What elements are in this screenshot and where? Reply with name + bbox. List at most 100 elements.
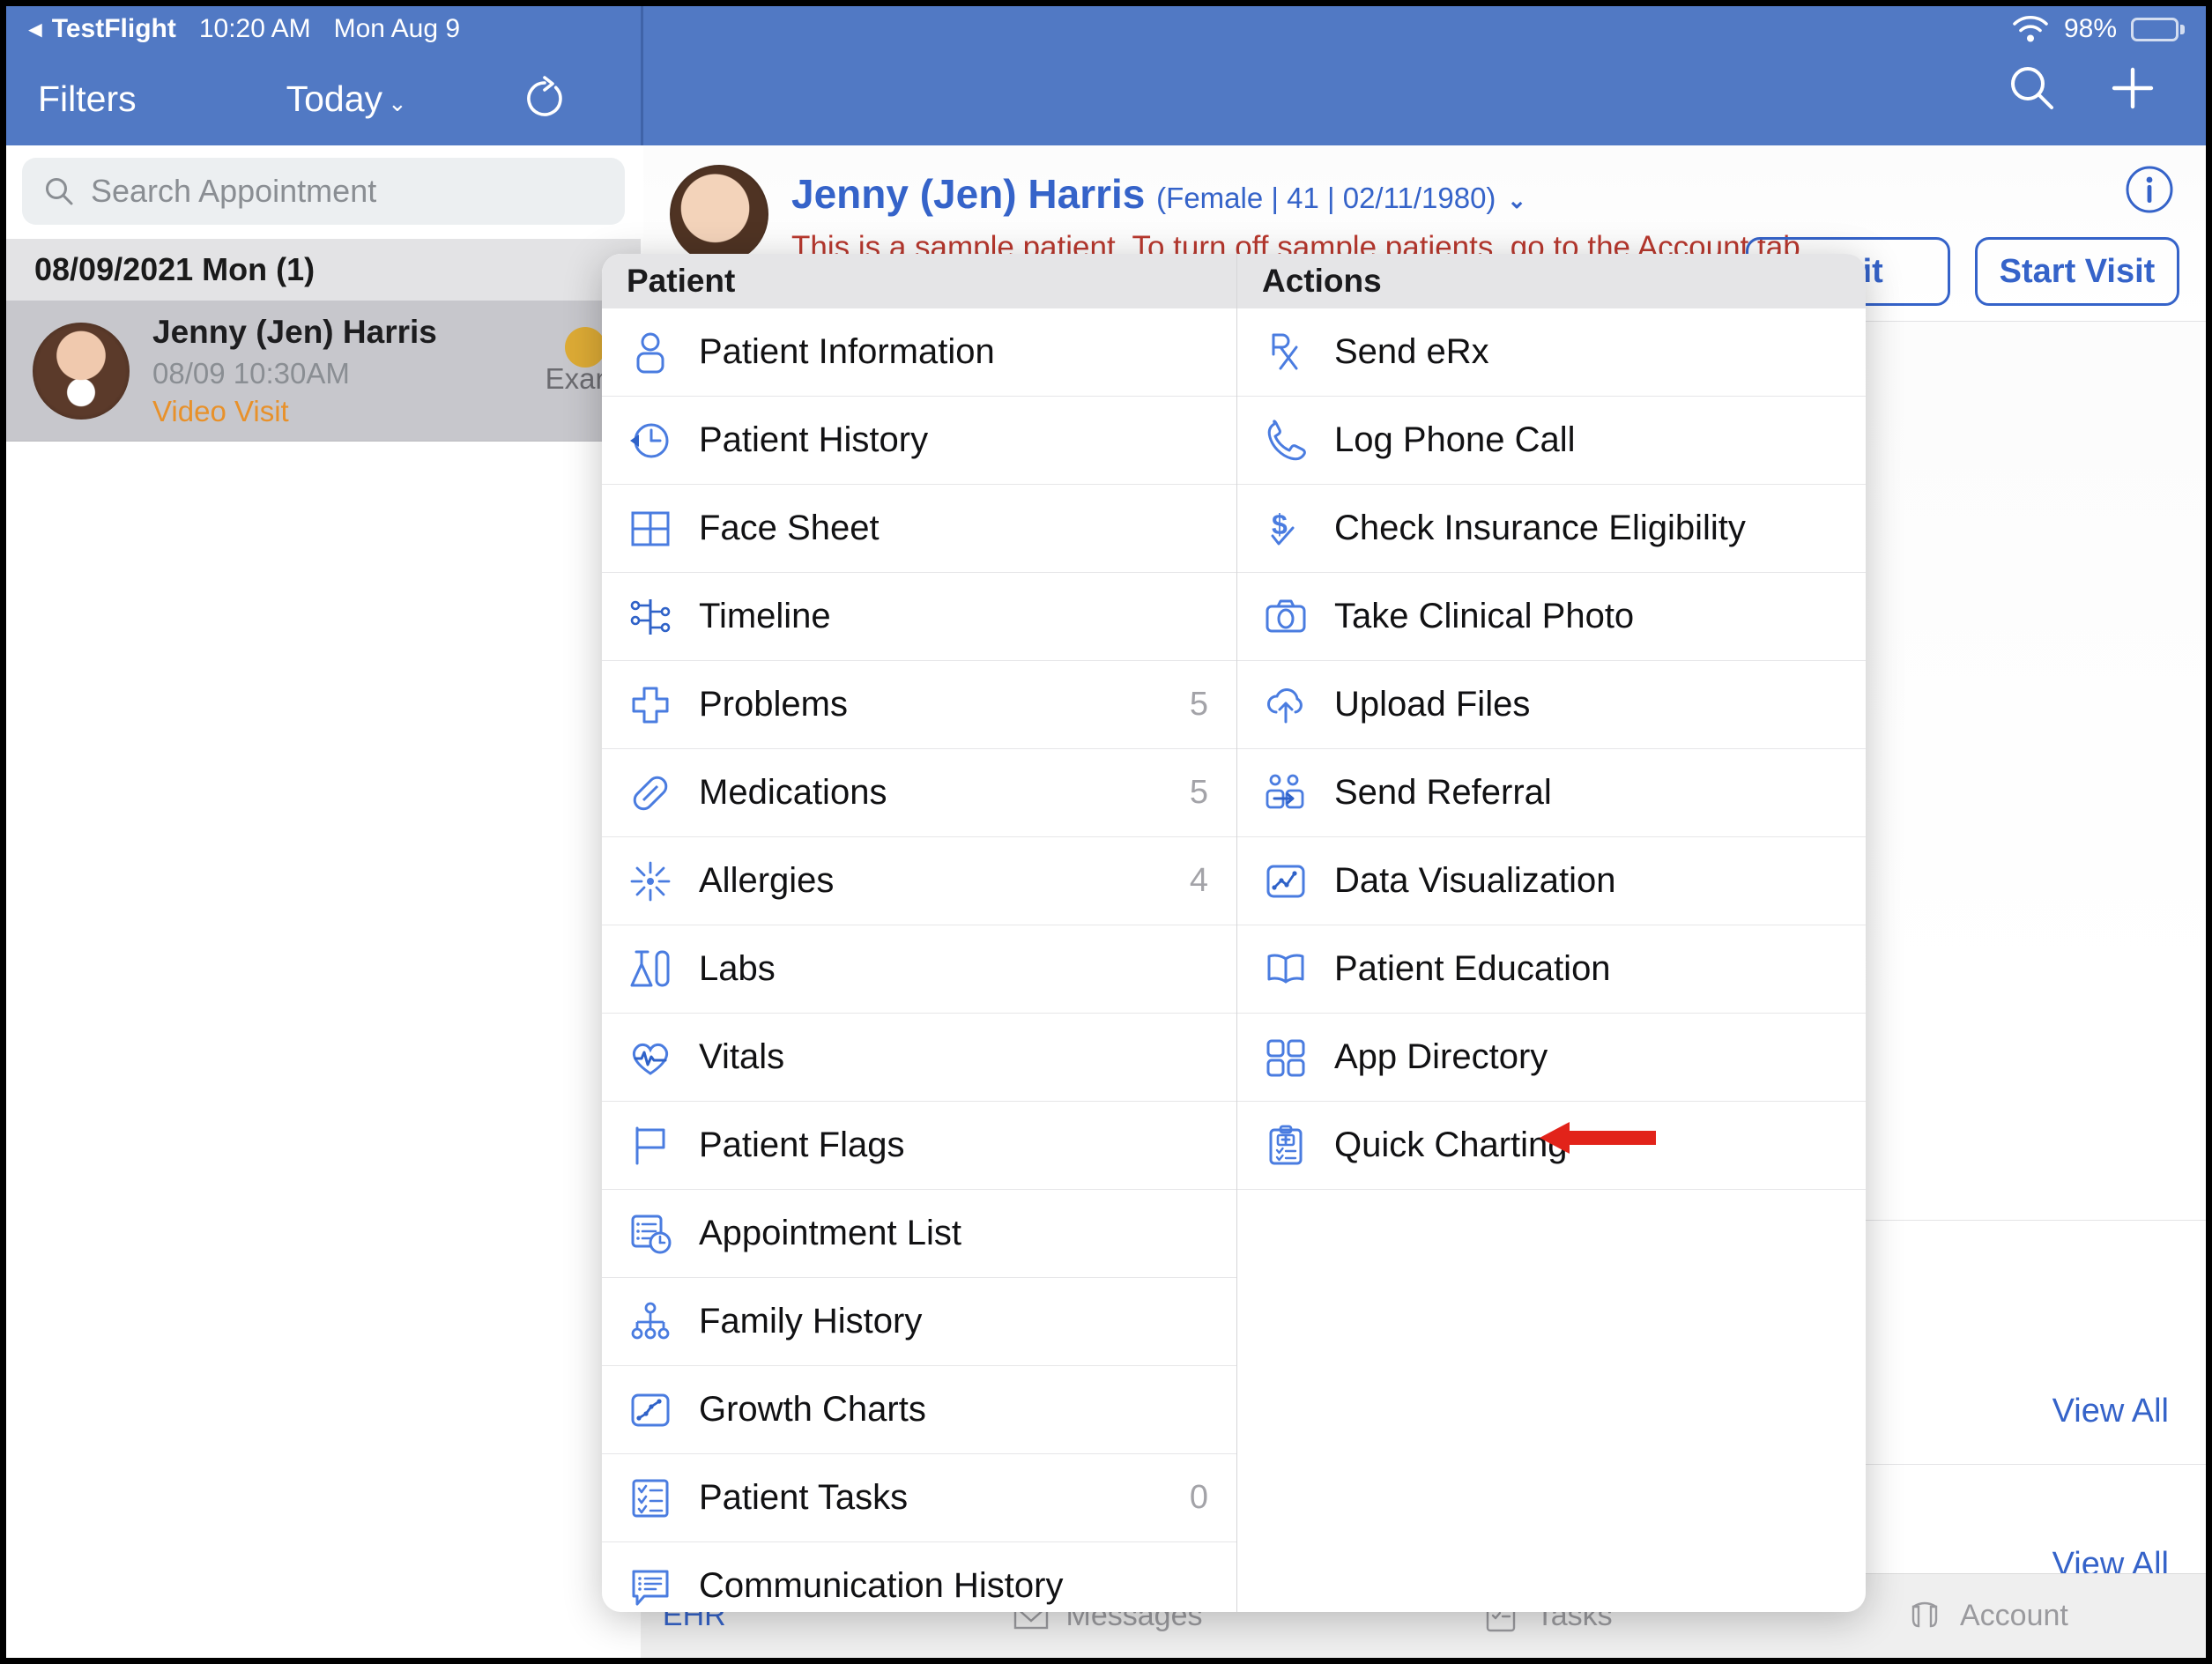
action-item-label: Quick Charting (1334, 1125, 1568, 1164)
start-visit-button[interactable]: Start Visit (1975, 237, 2179, 306)
menu-item-timeline[interactable]: Timeline (602, 573, 1236, 661)
menu-item-label: Labs (699, 949, 776, 988)
action-item-send-erx[interactable]: Send eRx (1237, 308, 1866, 397)
person-icon (625, 327, 676, 378)
app-screen: Jenny (Jen) Harris (Female | 41 | 02/11/… (0, 0, 2212, 1664)
menu-item-label: Patient Information (699, 332, 995, 371)
menu-item-labs[interactable]: Labs (602, 925, 1236, 1014)
menu-item-label: Face Sheet (699, 509, 880, 547)
action-item-take-clinical-photo[interactable]: Take Clinical Photo (1237, 573, 1866, 661)
avatar (670, 165, 768, 264)
action-item-patient-education[interactable]: Patient Education (1237, 925, 1866, 1014)
action-item-app-directory[interactable]: App Directory (1237, 1014, 1866, 1102)
send-referral-icon (1260, 768, 1311, 819)
timeline-icon (625, 591, 676, 643)
triangle-left-icon[interactable]: ◄ (24, 18, 47, 41)
menu-item-count: 4 (1189, 862, 1208, 899)
menu-item-problems[interactable]: Problems 5 (602, 661, 1236, 749)
popover-actions-column: Actions Send eRx Log Phone Call $ Check … (1237, 254, 1866, 1612)
menu-item-label: Communication History (699, 1566, 1064, 1605)
action-item-log-phone-call[interactable]: Log Phone Call (1237, 397, 1866, 485)
menu-item-label: Timeline (699, 597, 831, 635)
menu-item-face-sheet[interactable]: Face Sheet (602, 485, 1236, 573)
menu-item-family-history[interactable]: Family History (602, 1278, 1236, 1366)
appointment-date-header: 08/09/2021 Mon (1) (6, 239, 641, 301)
menu-item-label: Vitals (699, 1037, 785, 1076)
menu-item-appointment-list[interactable]: Appointment List (602, 1190, 1236, 1278)
action-item-check-insurance-eligibility[interactable]: $ Check Insurance Eligibility (1237, 485, 1866, 573)
action-item-label: Take Clinical Photo (1334, 597, 1635, 635)
heart-pulse-icon (625, 1032, 676, 1083)
allergy-burst-icon (625, 856, 676, 907)
patient-name: Jenny (Jen) Harris (791, 171, 1146, 217)
cloud-upload-icon (1260, 680, 1311, 731)
appointment-time: 08/09 10:30AM (152, 356, 350, 390)
appointment-details: Jenny (Jen) Harris 08/09 10:30AM Video V… (152, 314, 437, 428)
menu-item-patient-information[interactable]: Patient Information (602, 308, 1236, 397)
actions-menu-list: Send eRx Log Phone Call $ Check Insuranc… (1237, 308, 1866, 1190)
menu-item-label: Problems (699, 685, 848, 724)
comment-list-icon (625, 1561, 676, 1612)
chevron-down-icon: ⌄ (388, 89, 407, 116)
medical-cross-icon (625, 680, 676, 731)
clipboard-plus-icon (1260, 1120, 1311, 1171)
menu-item-label: Patient Tasks (699, 1478, 909, 1517)
page-title[interactable]: Jenny (Jen) Harris (Female | 41 | 02/11/… (791, 170, 1526, 218)
menu-item-patient-flags[interactable]: Patient Flags (602, 1102, 1236, 1190)
dollar-check-icon: $ (1260, 503, 1311, 554)
menu-item-allergies[interactable]: Allergies 4 (602, 837, 1236, 925)
menu-item-label: Patient Flags (699, 1125, 905, 1164)
action-item-quick-charting[interactable]: Quick Charting (1237, 1102, 1866, 1190)
rx-icon (1260, 327, 1311, 378)
action-item-label: Check Insurance Eligibility (1334, 509, 1746, 547)
action-item-label: Upload Files (1334, 685, 1531, 724)
grid-apps-icon (1260, 1032, 1311, 1083)
search-button[interactable] (2007, 63, 2058, 114)
today-date-selector[interactable]: Today ⌄ (286, 78, 407, 120)
today-label: Today (286, 78, 383, 119)
popover-actions-title: Actions (1237, 254, 1866, 308)
action-item-label: Data Visualization (1334, 861, 1616, 900)
popover-patient-title: Patient (602, 254, 1236, 308)
action-item-send-referral[interactable]: Send Referral (1237, 749, 1866, 837)
menu-item-medications[interactable]: Medications 5 (602, 749, 1236, 837)
menu-item-vitals[interactable]: Vitals (602, 1014, 1236, 1102)
flag-icon (625, 1120, 676, 1171)
search-placeholder: Search Appointment (91, 173, 377, 209)
clock-rewind-icon (625, 415, 676, 466)
info-circle-icon[interactable] (2125, 165, 2174, 214)
search-container: Search Appointment (6, 145, 641, 239)
status-badge (565, 327, 605, 368)
filters-button[interactable]: Filters (38, 78, 137, 120)
action-item-data-visualization[interactable]: Data Visualization (1237, 837, 1866, 925)
status-bar-back-label[interactable]: TestFlight (52, 14, 176, 44)
nav-divider (641, 6, 643, 145)
action-item-upload-files[interactable]: Upload Files (1237, 661, 1866, 749)
phone-icon (1260, 415, 1311, 466)
action-item-label: Send eRx (1334, 332, 1489, 371)
menu-item-patient-history[interactable]: Patient History (602, 397, 1236, 485)
menu-item-patient-tasks[interactable]: Patient Tasks 0 (602, 1454, 1236, 1542)
menu-item-count: 5 (1189, 774, 1208, 811)
battery-icon (2131, 17, 2185, 41)
appointment-sidebar: Search Appointment 08/09/2021 Mon (1) Je… (6, 145, 641, 1658)
plus-icon (2112, 67, 2154, 109)
add-button[interactable] (2107, 63, 2158, 114)
menu-item-label: Patient History (699, 420, 929, 459)
view-all-link-top[interactable]: View All (2052, 1393, 2169, 1430)
patient-actions-popover: Patient Patient Information Patient Hist… (602, 254, 1866, 1612)
refresh-button[interactable] (522, 76, 568, 122)
status-bar: ◄ TestFlight 10:20 AM Mon Aug 9 (6, 6, 641, 52)
list-item[interactable]: Jenny (Jen) Harris 08/09 10:30AM Video V… (6, 301, 641, 442)
menu-item-growth-charts[interactable]: Growth Charts (602, 1366, 1236, 1454)
action-item-label: Patient Education (1334, 949, 1611, 988)
menu-item-communication-history[interactable]: Communication History (602, 1542, 1236, 1612)
menu-item-count: 0 (1189, 1479, 1208, 1516)
menu-item-label: Allergies (699, 861, 835, 900)
action-item-label: Log Phone Call (1334, 420, 1576, 459)
search-input[interactable]: Search Appointment (22, 158, 625, 225)
menu-item-label: Medications (699, 773, 887, 812)
chevron-down-icon[interactable]: ⌄ (1507, 187, 1526, 213)
growth-chart-icon (625, 1385, 676, 1436)
account-icon (1904, 1595, 1946, 1638)
